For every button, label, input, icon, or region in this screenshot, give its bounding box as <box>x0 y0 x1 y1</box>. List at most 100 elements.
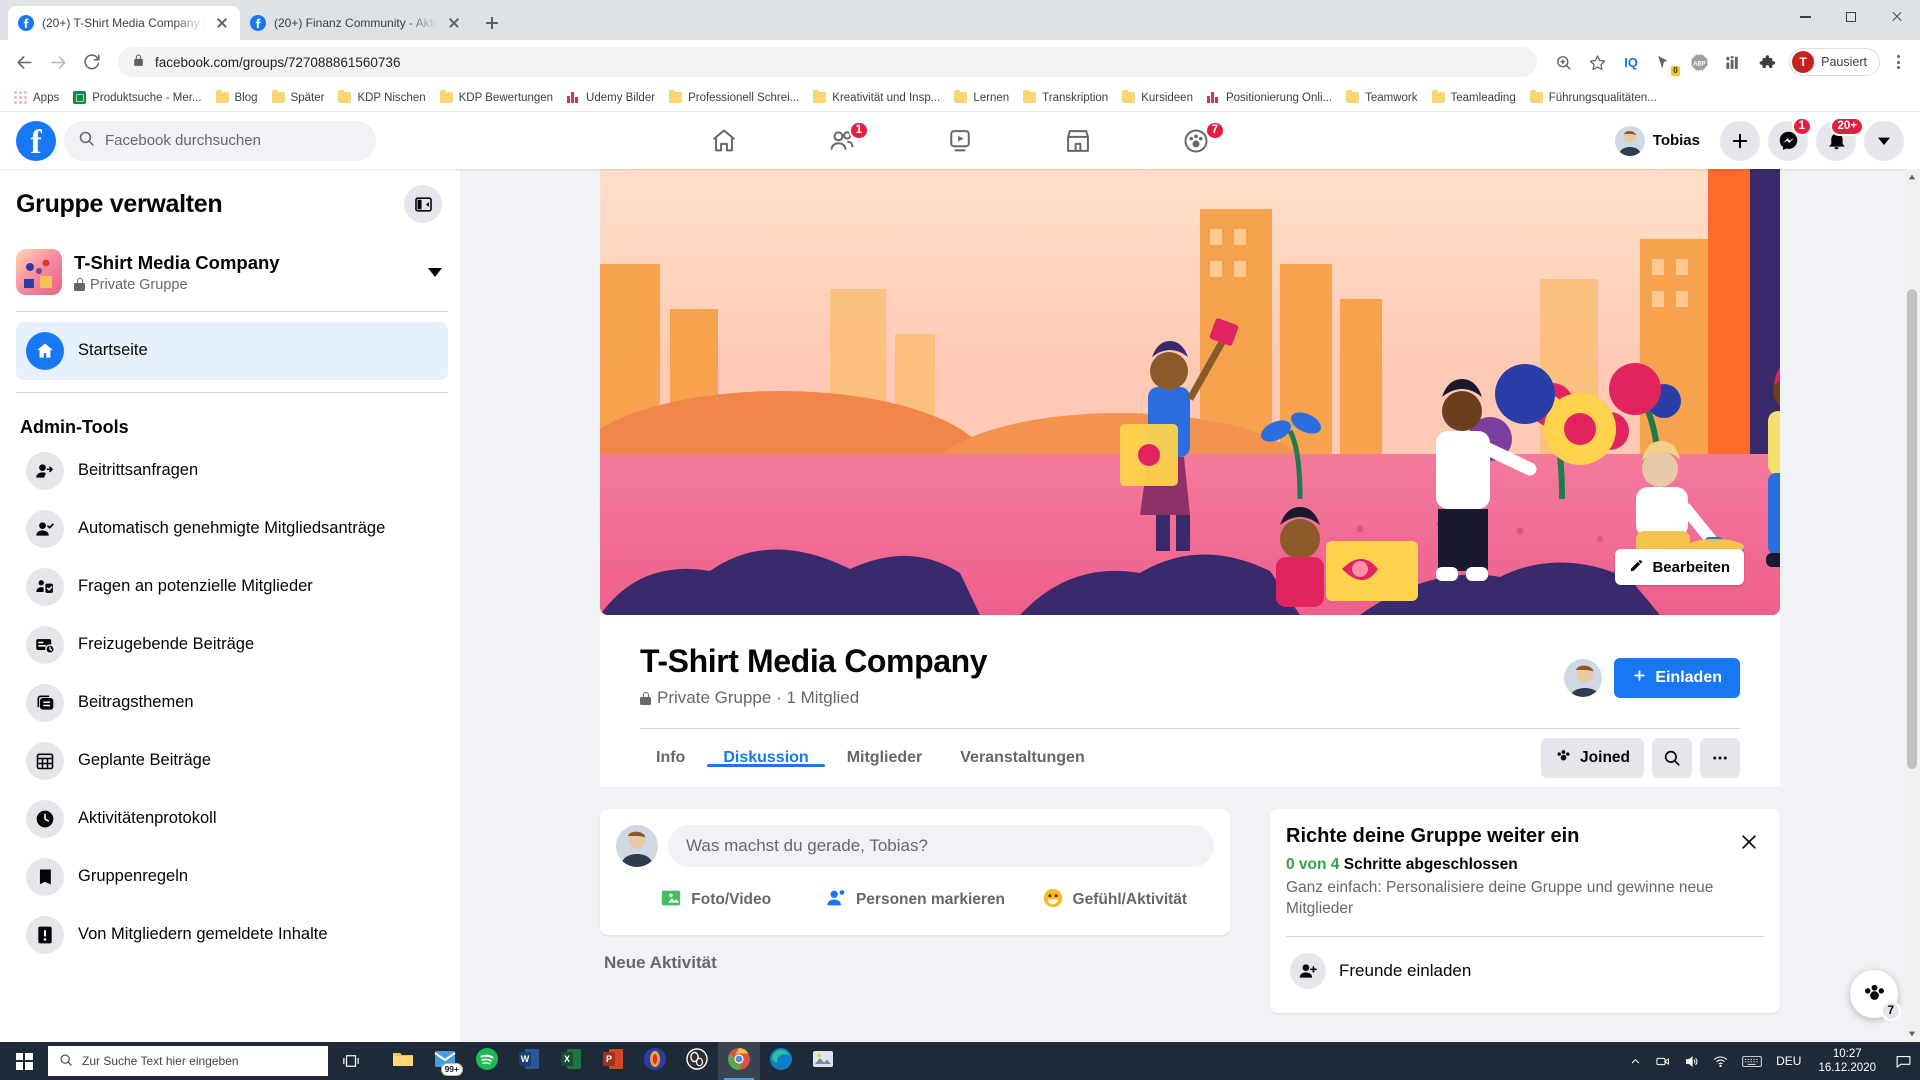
bookmark-item[interactable]: Positionierung Onli... <box>1201 89 1338 107</box>
group-more-options-button[interactable] <box>1700 738 1740 778</box>
bookmark-item[interactable]: Apps <box>8 88 65 107</box>
account-menu-button[interactable] <box>1864 120 1904 161</box>
sidebar-item-beitrittsanfragen[interactable]: Beitrittsanfragen <box>16 442 448 500</box>
forward-button[interactable] <box>42 46 74 78</box>
nav-home[interactable] <box>669 117 779 165</box>
sidebar-item-geplante-beiträge[interactable]: Geplante Beiträge <box>16 732 448 790</box>
taskbar-search-input[interactable]: Zur Suche Text hier eingeben <box>48 1046 328 1076</box>
bookmark-star-icon[interactable] <box>1581 46 1613 78</box>
facebook-search-input[interactable]: Facebook durchsuchen <box>64 120 376 161</box>
bookmark-item[interactable]: Kreativität und Insp... <box>807 89 946 107</box>
setup-item-invite-friends[interactable]: Freunde einladen <box>1286 945 1764 997</box>
composer-photo-video-button[interactable]: Foto/Video <box>616 881 815 919</box>
tray-language-indicator[interactable]: DEU <box>1769 1042 1808 1080</box>
adblock-extension-icon[interactable]: ABP <box>1683 46 1715 78</box>
taskbar-app-edge[interactable] <box>760 1042 802 1080</box>
chevron-down-icon[interactable] <box>428 267 442 277</box>
bookmark-item[interactable]: Udemy Bilder <box>561 89 661 107</box>
tray-expand-icon[interactable] <box>1623 1042 1648 1080</box>
tray-wifi-icon[interactable] <box>1706 1042 1735 1080</box>
facebook-logo-icon[interactable]: f <box>16 120 56 161</box>
tab-diskussion[interactable]: Diskussion <box>707 749 826 767</box>
sidebar-item-beitragsthemen[interactable]: Beitragsthemen <box>16 674 448 732</box>
nav-watch[interactable] <box>905 117 1015 165</box>
grid-extension-icon[interactable] <box>1717 46 1749 78</box>
bookmark-item[interactable]: Führungsqualitäten... <box>1524 89 1663 107</box>
edit-cover-button[interactable]: Bearbeiten <box>1615 549 1744 585</box>
taskbar-app-obs[interactable] <box>676 1042 718 1080</box>
create-button[interactable] <box>1720 120 1760 161</box>
zoom-icon[interactable] <box>1547 46 1579 78</box>
tab-info[interactable]: Info <box>640 749 701 767</box>
bookmark-item[interactable]: Blog <box>210 89 264 107</box>
tray-keyboard-icon[interactable] <box>1735 1042 1769 1080</box>
taskbar-app-file-explorer[interactable] <box>382 1042 424 1080</box>
taskbar-app-photos[interactable] <box>802 1042 844 1080</box>
tray-camera-icon[interactable] <box>1648 1042 1677 1080</box>
tab-mitglieder[interactable]: Mitglieder <box>831 749 939 767</box>
minimize-button[interactable] <box>1782 0 1828 34</box>
composer-tag-people-button[interactable]: Personen markieren <box>815 881 1014 919</box>
sidebar-item-automatisch-genehmigte-mitgliedsanträge[interactable]: Automatisch genehmigte Mitgliedsanträge <box>16 500 448 558</box>
taskbar-app-excel[interactable]: X <box>550 1042 592 1080</box>
sidebar-group-selector[interactable]: T-Shirt Media Company Private Gruppe <box>16 245 448 299</box>
taskbar-app-word[interactable]: W <box>508 1042 550 1080</box>
chrome-menu-icon[interactable] <box>1884 48 1912 76</box>
close-icon[interactable] <box>1734 825 1765 859</box>
taskbar-app-audacity[interactable] <box>634 1042 676 1080</box>
shortcut-extension-icon[interactable]: 0 <box>1649 46 1681 78</box>
taskbar-app-chrome[interactable] <box>718 1042 760 1080</box>
maximize-button[interactable] <box>1828 0 1874 34</box>
collapse-sidebar-icon[interactable] <box>404 185 442 223</box>
scrollbar-thumb[interactable] <box>1907 289 1917 769</box>
back-button[interactable] <box>8 46 40 78</box>
sidebar-item-aktivitätenprotokoll[interactable]: Aktivitätenprotokoll <box>16 790 448 848</box>
taskbar-app-mail[interactable]: 99+ <box>424 1042 466 1080</box>
new-tab-button[interactable] <box>478 9 506 37</box>
bookmark-item[interactable]: Produktsuche - Mer... <box>67 88 207 107</box>
puzzle-extension-icon[interactable] <box>1751 46 1783 78</box>
taskbar-clock[interactable]: 10:27 16.12.2020 <box>1808 1047 1886 1075</box>
nav-marketplace[interactable] <box>1023 117 1133 165</box>
reload-button[interactable] <box>76 46 108 78</box>
tab-veranstaltungen[interactable]: Veranstaltungen <box>944 749 1100 767</box>
bookmark-item[interactable]: Kursideen <box>1116 89 1199 107</box>
close-window-button[interactable] <box>1874 0 1920 34</box>
scroll-up-arrow-icon[interactable] <box>1904 169 1920 185</box>
tray-volume-icon[interactable] <box>1677 1042 1706 1080</box>
joined-button[interactable]: Joined <box>1541 738 1644 778</box>
scroll-down-arrow-icon[interactable] <box>1904 1026 1920 1042</box>
tab-close-icon[interactable] <box>446 15 462 31</box>
browser-tab-1[interactable]: (20+) T-Shirt Media Company | F <box>8 6 240 40</box>
taskbar-app-spotify[interactable] <box>466 1042 508 1080</box>
bookmark-item[interactable]: Lernen <box>948 89 1015 107</box>
nav-friends[interactable]: 1 <box>787 117 897 165</box>
start-button[interactable] <box>0 1042 48 1080</box>
browser-tab-2[interactable]: (20+) Finanz Community - Aktie <box>240 6 472 40</box>
address-bar[interactable]: facebook.com/groups/727088861560736 <box>118 47 1538 77</box>
sidebar-item-startseite[interactable]: Startseite <box>16 322 448 380</box>
bookmark-item[interactable]: Teamleading <box>1426 89 1522 107</box>
bookmark-item[interactable]: KDP Bewertungen <box>434 89 559 107</box>
chat-button[interactable]: 7 <box>1850 970 1901 1021</box>
nav-groups[interactable]: 7 <box>1141 117 1251 165</box>
task-view-button[interactable] <box>328 1042 374 1080</box>
bookmark-item[interactable]: Teamwork <box>1340 89 1423 107</box>
composer-input[interactable]: Was machst du gerade, Tobias? <box>668 825 1214 867</box>
tab-close-icon[interactable] <box>214 15 230 31</box>
sidebar-item-gruppenregeln[interactable]: Gruppenregeln <box>16 848 448 906</box>
member-avatar[interactable] <box>1562 657 1605 699</box>
messenger-button[interactable]: 1 <box>1768 116 1812 161</box>
sidebar-item-fragen-an-potenzielle-mitglieder[interactable]: Fragen an potenzielle Mitglieder <box>16 558 448 616</box>
iq-extension-icon[interactable]: IQ <box>1615 46 1647 78</box>
group-search-button[interactable] <box>1652 738 1692 778</box>
chrome-profile-button[interactable]: T Pausiert <box>1789 48 1880 76</box>
bookmark-item[interactable]: Transkription <box>1017 89 1114 107</box>
bookmark-item[interactable]: Professionell Schrei... <box>663 89 805 107</box>
sidebar-item-von-mitgliedern-gemeldete-inhalte[interactable]: Von Mitgliedern gemeldete Inhalte <box>16 906 448 964</box>
action-center-button[interactable] <box>1886 1042 1920 1080</box>
taskbar-app-powerpoint[interactable]: P <box>592 1042 634 1080</box>
bookmark-item[interactable]: Später <box>266 89 331 107</box>
bookmark-item[interactable]: KDP Nischen <box>332 89 431 107</box>
composer-feeling-activity-button[interactable]: Gefühl/Aktivität <box>1015 881 1214 919</box>
